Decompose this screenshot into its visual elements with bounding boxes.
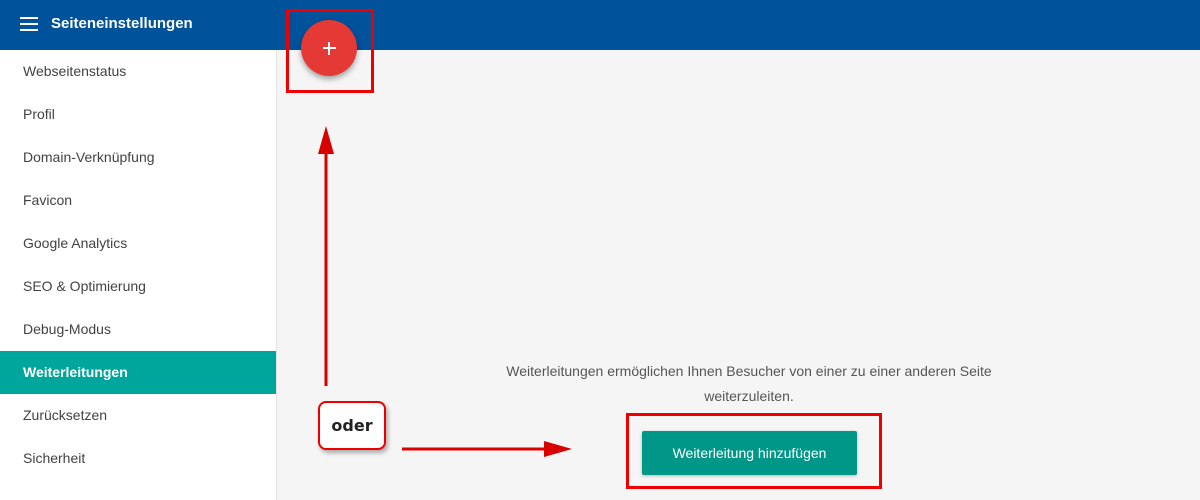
sidebar-item-domain[interactable]: Domain-Verknüpfung <box>0 136 276 179</box>
sidebar-nav: Webseitenstatus Profil Domain-Verknüpfun… <box>0 50 277 500</box>
sidebar-item-google-analytics[interactable]: Google Analytics <box>0 222 276 265</box>
annotation-highlight-button <box>626 413 882 489</box>
sidebar-item-debug[interactable]: Debug-Modus <box>0 308 276 351</box>
top-app-bar: Seiteneinstellungen <box>0 0 1200 50</box>
annotation-or-label: oder <box>318 401 386 450</box>
annotation-highlight-fab <box>286 9 374 93</box>
sidebar-item-webseitenstatus[interactable]: Webseitenstatus <box>0 50 276 93</box>
hamburger-menu-icon[interactable] <box>20 17 38 31</box>
sidebar-item-weiterleitungen[interactable]: Weiterleitungen <box>0 351 276 394</box>
app-title: Seiteneinstellungen <box>51 15 193 32</box>
info-line-2: weiterzuleiten. <box>704 388 794 404</box>
info-line-1: Weiterleitungen ermöglichen Ihnen Besuch… <box>506 363 992 379</box>
sidebar-item-zuruecksetzen[interactable]: Zurücksetzen <box>0 394 276 437</box>
redirect-info-text: Weiterleitungen ermöglichen Ihnen Besuch… <box>490 359 1008 409</box>
arrow-right-icon <box>402 441 572 457</box>
sidebar-item-profil[interactable]: Profil <box>0 93 276 136</box>
sidebar-item-favicon[interactable]: Favicon <box>0 179 276 222</box>
sidebar-item-seo[interactable]: SEO & Optimierung <box>0 265 276 308</box>
arrow-up-icon <box>318 126 334 386</box>
sidebar-item-sicherheit[interactable]: Sicherheit <box>0 437 276 480</box>
